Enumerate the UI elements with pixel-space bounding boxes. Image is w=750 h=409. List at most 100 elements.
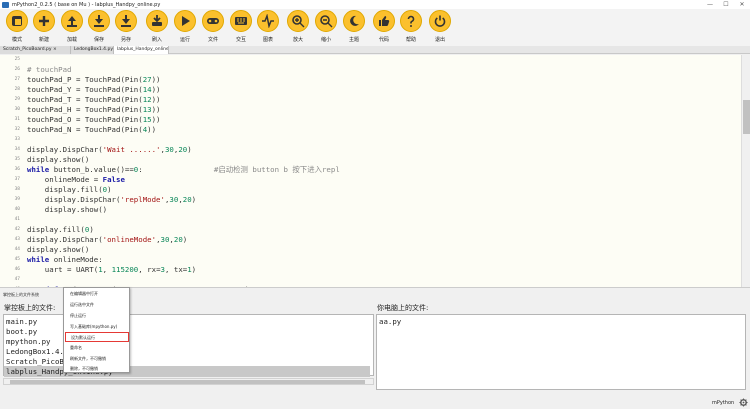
code-text[interactable]: display.show(): [27, 155, 89, 165]
code-text[interactable]: display.DispChar('onlineMode',30,20): [27, 235, 187, 245]
code-line[interactable]: 31 touchPad_O = TouchPad(Pin(15)): [0, 115, 741, 125]
computer-file-list[interactable]: aa.py: [376, 314, 746, 390]
save-as-button[interactable]: 另存: [115, 10, 137, 46]
code-text[interactable]: display.fill(0): [27, 225, 94, 235]
code-line[interactable]: 39 display.DispChar('replMode',30,20): [0, 195, 741, 205]
plotter-button[interactable]: 图表: [257, 10, 279, 46]
code-text[interactable]: onlineMode = False: [27, 175, 125, 185]
code-text[interactable]: display.DispChar('replMode',30,20): [27, 195, 196, 205]
mode-button[interactable]: 模式: [6, 10, 28, 46]
menu-item-delete[interactable]: 删除，不可撤销: [65, 364, 129, 374]
files-button[interactable]: 文件: [202, 10, 224, 46]
popup-header: 掌控板上的文件系统: [3, 292, 39, 297]
line-number: 38: [14, 187, 20, 192]
code-line[interactable]: 27 touchPad_P = TouchPad(Pin(27)): [0, 75, 741, 85]
menu-item-stop[interactable]: 停止运行: [65, 311, 129, 321]
code-text[interactable]: display.fill(0): [27, 185, 112, 195]
quit-button[interactable]: 退出: [429, 10, 451, 46]
scrollbar-thumb[interactable]: [743, 100, 750, 134]
code-line[interactable]: 41: [0, 215, 741, 225]
code-line[interactable]: 42 display.fill(0): [0, 225, 741, 235]
save-as-label: 另存: [120, 37, 131, 43]
line-number: 43: [14, 237, 20, 242]
flash-button[interactable]: 刷入: [146, 10, 168, 46]
code-line[interactable]: 36 while button_b.value()==0: #启动检测 butto…: [0, 165, 741, 175]
code-line[interactable]: 37 onlineMode = False: [0, 175, 741, 185]
code-line[interactable]: 38 display.fill(0): [0, 185, 741, 195]
code-text[interactable]: touchPad_T = TouchPad(Pin(12)): [27, 95, 161, 105]
menu-item-set-default-run[interactable]: 设为默认运行: [65, 332, 129, 342]
code-line[interactable]: 26 # touchPad: [0, 65, 741, 75]
code-line[interactable]: 28 touchPad_Y = TouchPad(Pin(14)): [0, 85, 741, 95]
code-line[interactable]: 25: [0, 55, 741, 65]
run-button[interactable]: 运行: [174, 10, 196, 46]
code-text[interactable]: touchPad_H = TouchPad(Pin(13)): [27, 105, 161, 115]
code-line[interactable]: 32 touchPad_N = TouchPad(Pin(4)): [0, 125, 741, 135]
code-line[interactable]: 30 touchPad_H = TouchPad(Pin(13)): [0, 105, 741, 115]
load-icon: [61, 10, 83, 32]
tab-labplus-handpy-online[interactable]: labplus_Handpy_online.py ×: [114, 46, 169, 54]
code-line[interactable]: 44 display.show(): [0, 245, 741, 255]
code-text[interactable]: touchPad_P = TouchPad(Pin(27)): [27, 75, 161, 85]
code-text[interactable]: while button_b.value()==0: #启动检测 button …: [27, 165, 340, 175]
title-bar: mPython2_0.2.5 ( base on Mu ) - labplus_…: [0, 0, 750, 9]
code-text[interactable]: # touchPad: [27, 65, 72, 75]
code-line[interactable]: 47: [0, 275, 741, 285]
code-line[interactable]: 34 display.DispChar('Wait ......',30,20): [0, 145, 741, 155]
code-text[interactable]: display.show(): [27, 245, 89, 255]
code-line[interactable]: 35 display.show(): [0, 155, 741, 165]
device-files-label: 掌控板上的文件:: [4, 304, 56, 312]
code-line[interactable]: 43 display.DispChar('onlineMode',30,20): [0, 235, 741, 245]
close-button[interactable]: ✕: [734, 1, 750, 8]
quit-label: 退出: [434, 37, 445, 43]
menu-item-write-library[interactable]: 写入基础库(mpython.py): [65, 322, 129, 332]
device-file-list[interactable]: main.py boot.py mpython.py LedongBox1.4.…: [3, 314, 374, 377]
help-button[interactable]: 帮助: [400, 10, 422, 46]
maximize-button[interactable]: ☐: [718, 1, 734, 8]
list-item[interactable]: aa.py: [379, 316, 401, 327]
zoom-out-icon: [315, 10, 337, 32]
zoom-out-button[interactable]: 缩小: [315, 10, 337, 46]
gear-icon[interactable]: [739, 398, 748, 407]
list-item-selected[interactable]: labplus_Handpy_online.py: [4, 366, 370, 377]
code-line[interactable]: 40 display.show(): [0, 205, 741, 215]
tab-scratch-picoboard[interactable]: Scratch_PicoBoard.py ×: [0, 46, 71, 54]
code-line[interactable]: 46 uart = UART(1, 115200, rx=3, tx=1): [0, 265, 741, 275]
mode-indicator[interactable]: mPython: [712, 400, 734, 406]
line-number: 42: [14, 227, 20, 232]
code-text[interactable]: touchPad_N = TouchPad(Pin(4)): [27, 125, 156, 135]
code-line[interactable]: 33: [0, 135, 741, 145]
save-icon: [88, 10, 110, 32]
menu-item-rename[interactable]: 重命名: [65, 343, 129, 353]
code-line[interactable]: 45 while onlineMode:: [0, 255, 741, 265]
code-text[interactable]: touchPad_O = TouchPad(Pin(15)): [27, 115, 161, 125]
code-text[interactable]: touchPad_Y = TouchPad(Pin(14)): [27, 85, 161, 95]
code-text[interactable]: uart = UART(1, 115200, rx=3, tx=1): [27, 265, 196, 275]
code-text[interactable]: display.DispChar('Wait ......',30,20): [27, 145, 192, 155]
scrollbar-thumb[interactable]: [10, 380, 365, 384]
theme-button[interactable]: 主题: [343, 10, 365, 46]
menu-item-run-selected[interactable]: 运行选中文件: [65, 300, 129, 310]
zoom-in-button[interactable]: 放大: [287, 10, 309, 46]
load-button[interactable]: 加载: [61, 10, 83, 46]
check-button[interactable]: 代码: [373, 10, 395, 46]
code-text[interactable]: while onlineMode:: [27, 255, 103, 265]
line-number: 35: [14, 157, 20, 162]
new-button[interactable]: 新建: [33, 10, 55, 46]
line-number: 25: [14, 57, 20, 62]
toolbar: 模式 新建 加载 保存 另存 刷入 运行 文件 交互 图表 放大 缩小 主题 代…: [0, 9, 750, 46]
editor-vertical-scrollbar[interactable]: [741, 55, 750, 287]
code-text[interactable]: display.show(): [27, 205, 107, 215]
menu-item-open-in-editor[interactable]: 在编辑器中打开: [65, 289, 129, 299]
line-number: 41: [14, 217, 20, 222]
repl-button[interactable]: 交互: [230, 10, 252, 46]
tab-bar: Scratch_PicoBoard.py × LedongBox1.4.py ×…: [0, 46, 750, 54]
code-editor[interactable]: 25 26 # touchPad 27 touchPad_P = TouchPad(Pi…: [0, 55, 741, 287]
save-button[interactable]: 保存: [88, 10, 110, 46]
minimize-button[interactable]: —: [702, 1, 718, 8]
tab-ledongbox[interactable]: LedongBox1.4.py ×: [71, 46, 114, 54]
menu-item-refresh[interactable]: 刷新文件，不可撤销: [65, 354, 129, 364]
code-line[interactable]: 29 touchPad_T = TouchPad(Pin(12)): [0, 95, 741, 105]
device-list-horizontal-scrollbar[interactable]: [3, 378, 374, 385]
plotter-label: 图表: [262, 37, 273, 43]
